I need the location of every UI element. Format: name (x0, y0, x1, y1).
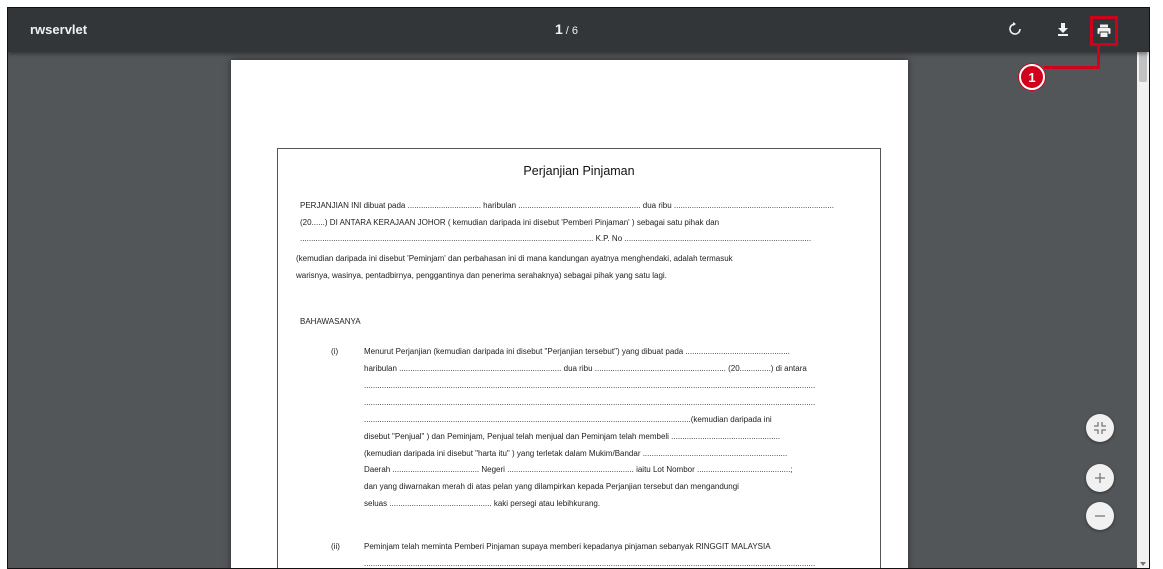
page-indicator: 1/6 (555, 21, 578, 37)
pdf-page: Perjanjian Pinjaman PERJANJIAN INI dibua… (231, 60, 908, 568)
print-button[interactable] (1090, 16, 1118, 46)
clause1-line: disebut "Penjual" ) dan Peminjam, Penjua… (364, 432, 781, 441)
minus-icon (1095, 515, 1105, 517)
clause1-line: haribulan ..............................… (364, 364, 807, 373)
fit-page-icon (1094, 422, 1106, 434)
zoom-out-button[interactable] (1086, 502, 1114, 530)
document-bordered-content: Perjanjian Pinjaman PERJANJIAN INI dibua… (277, 148, 881, 568)
download-icon (1058, 23, 1068, 36)
vertical-scrollbar[interactable] (1137, 8, 1149, 568)
clause1-line: ........................................… (364, 398, 816, 407)
clause-number: (ii) (331, 542, 340, 551)
current-page-number[interactable]: 1 (555, 21, 563, 37)
section-heading: BAHAWASANYA (300, 317, 361, 326)
para1-line2: (20......) DI ANTARA KERAJAAN JOHOR ( ke… (300, 218, 720, 227)
document-heading: Perjanjian Pinjaman (523, 164, 635, 178)
clause2-line: Peminjam telah meminta Pemberi Pinjaman … (364, 542, 771, 551)
para2-line1: (kemudian daripada ini disebut 'Peminjam… (296, 254, 733, 263)
clause1-line: ........................................… (364, 415, 772, 424)
clause-number: (i) (331, 347, 339, 356)
clause1-line: Daerah .................................… (364, 465, 793, 474)
viewer-toolbar: rwservlet 1/6 (8, 8, 1149, 52)
print-icon (1097, 24, 1111, 38)
total-pages: 6 (571, 25, 578, 37)
scroll-down-arrow-icon[interactable] (1140, 562, 1146, 566)
para1-line1: PERJANJIAN INI dibuat pada .............… (300, 201, 834, 210)
clause1-line: ........................................… (364, 381, 816, 390)
plus-icon (1095, 473, 1105, 483)
zoom-in-button[interactable] (1086, 464, 1114, 492)
para2-line2: warisnya, wasinya, pentadbirnya, penggan… (296, 271, 667, 280)
rotate-button[interactable] (1004, 18, 1026, 40)
highlight-connector-horizontal (1044, 66, 1100, 69)
rotate-icon (1009, 22, 1021, 35)
clause1-line: dan yang diwarnakan merah di atas pelan … (364, 482, 739, 491)
download-button[interactable] (1052, 18, 1074, 40)
clause2-line: ........................................… (364, 559, 816, 568)
clause1-line: seluas .................................… (364, 499, 601, 508)
fit-to-page-button[interactable] (1086, 414, 1114, 442)
step-callout-badge: 1 (1019, 64, 1045, 90)
clause1-line: Menurut Perjanjian (kemudian daripada in… (364, 347, 790, 356)
page-separator: / (565, 25, 569, 37)
document-title: rwservlet (30, 22, 88, 37)
para1-line3: ........................................… (300, 234, 812, 243)
pdf-viewer-window: rwservlet 1/6 1 Perjanjian Pinjaman PERJ… (7, 7, 1150, 569)
clause1-line: (kemudian daripada ini disebut "harta it… (364, 449, 788, 458)
